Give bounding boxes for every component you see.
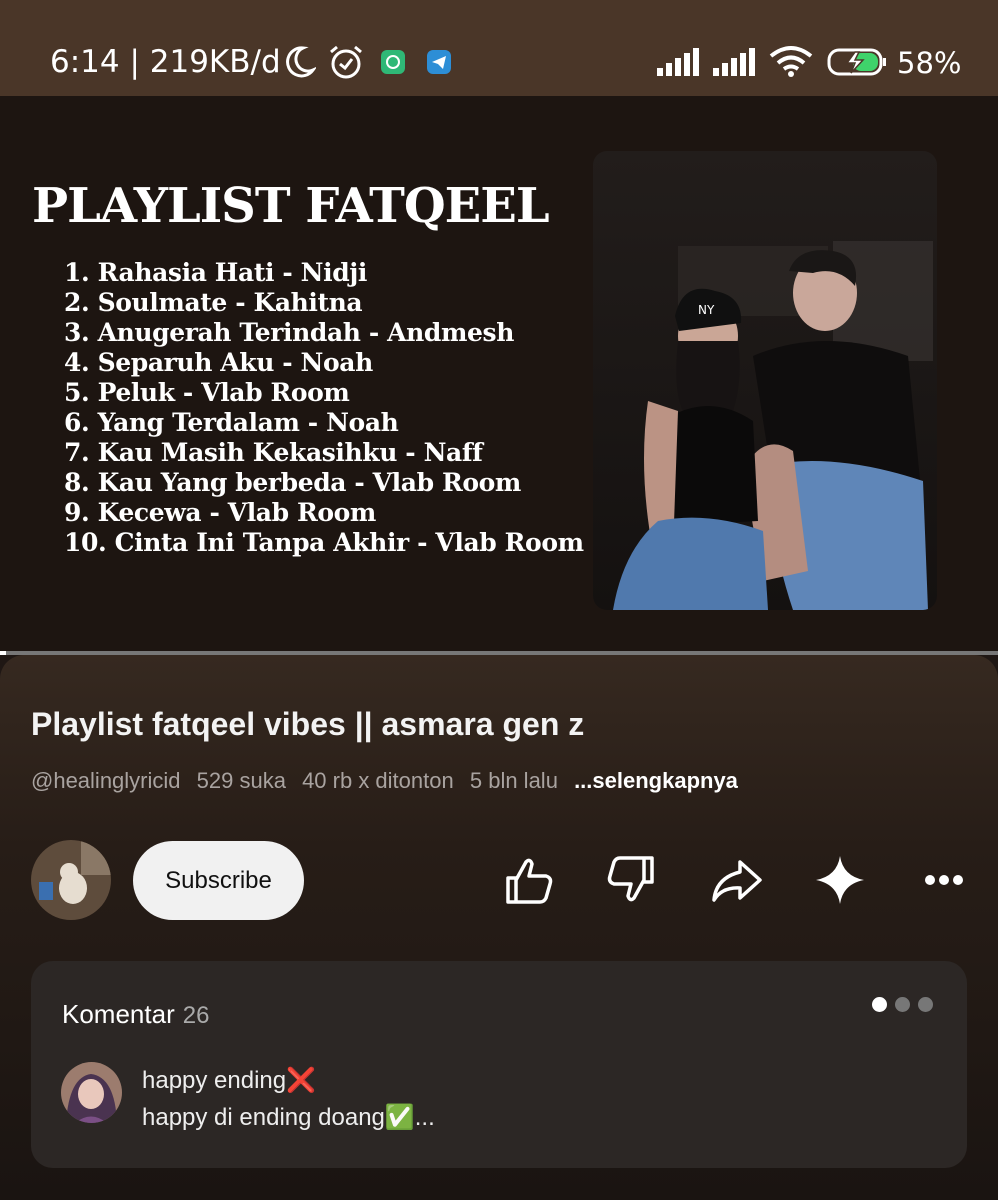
comments-header: Komentar 26 — [62, 999, 209, 1030]
battery-percent: 58% — [897, 46, 962, 80]
share-icon[interactable] — [706, 850, 766, 910]
like-icon[interactable] — [498, 850, 558, 910]
comment-line: happy ending❌ — [142, 1067, 317, 1094]
video-overlay-title: PLAYLIST FATQEEL — [32, 178, 550, 234]
battery-charging-icon — [827, 48, 887, 81]
cap-logo: NY — [698, 303, 715, 317]
upload-age: 5 bln lalu — [469, 768, 558, 793]
moon-icon — [282, 44, 318, 85]
comments-label: Komentar — [62, 999, 175, 1029]
telegram-icon — [427, 50, 451, 79]
track-item: 2. Soulmate - Kahitna — [64, 288, 363, 317]
track-item: 10. Cinta Ini Tanpa Akhir - Vlab Room — [64, 528, 584, 557]
page-indicator — [872, 997, 933, 1012]
video-title[interactable]: Playlist fatqeel vibes || asmara gen z — [31, 706, 584, 743]
status-bar: 6:14 | 219KB/d 58% — [0, 0, 998, 96]
signal-icon — [713, 48, 759, 81]
show-more-link[interactable]: ...selengkapnya — [574, 768, 738, 793]
like-count: 529 suka — [196, 768, 286, 793]
whatsapp-icon — [381, 50, 405, 79]
page-dot — [895, 997, 910, 1012]
sparkle-icon[interactable] — [810, 850, 870, 910]
comments-card[interactable]: Komentar 26 happy ending❌ happy di ending… — [31, 961, 967, 1168]
track-list: 1. Rahasia Hati - Nidji 2. Soulmate - Ka… — [64, 258, 584, 558]
subscribe-button[interactable]: Subscribe — [133, 841, 304, 920]
track-item: 1. Rahasia Hati - Nidji — [64, 258, 368, 287]
comment-line: happy di ending doang✅... — [142, 1104, 435, 1131]
page-dot-active — [872, 997, 887, 1012]
signal-icon — [657, 48, 703, 81]
channel-handle[interactable]: @healinglyricid — [31, 768, 181, 793]
status-time: 6:14 | 219KB/d — [50, 44, 281, 80]
comments-count: 26 — [182, 1002, 210, 1029]
track-item: 8. Kau Yang berbeda - Vlab Room — [64, 468, 521, 497]
page-dot — [918, 997, 933, 1012]
top-comment: happy ending❌ happy di ending doang✅... — [142, 1062, 435, 1136]
alarm-icon — [327, 44, 365, 85]
video-meta[interactable]: @healinglyricid 529 suka 40 rb x ditonto… — [31, 768, 748, 794]
track-item: 5. Peluk - Vlab Room — [64, 378, 350, 407]
track-item: 9. Kecewa - Vlab Room — [64, 498, 376, 527]
channel-avatar[interactable] — [31, 840, 111, 920]
view-count: 40 rb x ditonton — [302, 768, 454, 793]
commenter-avatar[interactable] — [61, 1062, 122, 1123]
track-item: 4. Separuh Aku - Noah — [64, 348, 373, 377]
progress-scrubber[interactable] — [0, 651, 6, 655]
dislike-icon[interactable] — [602, 850, 662, 910]
track-item: 3. Anugerah Terindah - Andmesh — [64, 318, 514, 347]
track-item: 7. Kau Masih Kekasihku - Naff — [64, 438, 483, 467]
more-icon[interactable] — [914, 850, 974, 910]
track-item: 6. Yang Terdalam - Noah — [64, 408, 399, 437]
wifi-icon — [769, 44, 813, 83]
couple-photo: NY — [593, 151, 937, 610]
